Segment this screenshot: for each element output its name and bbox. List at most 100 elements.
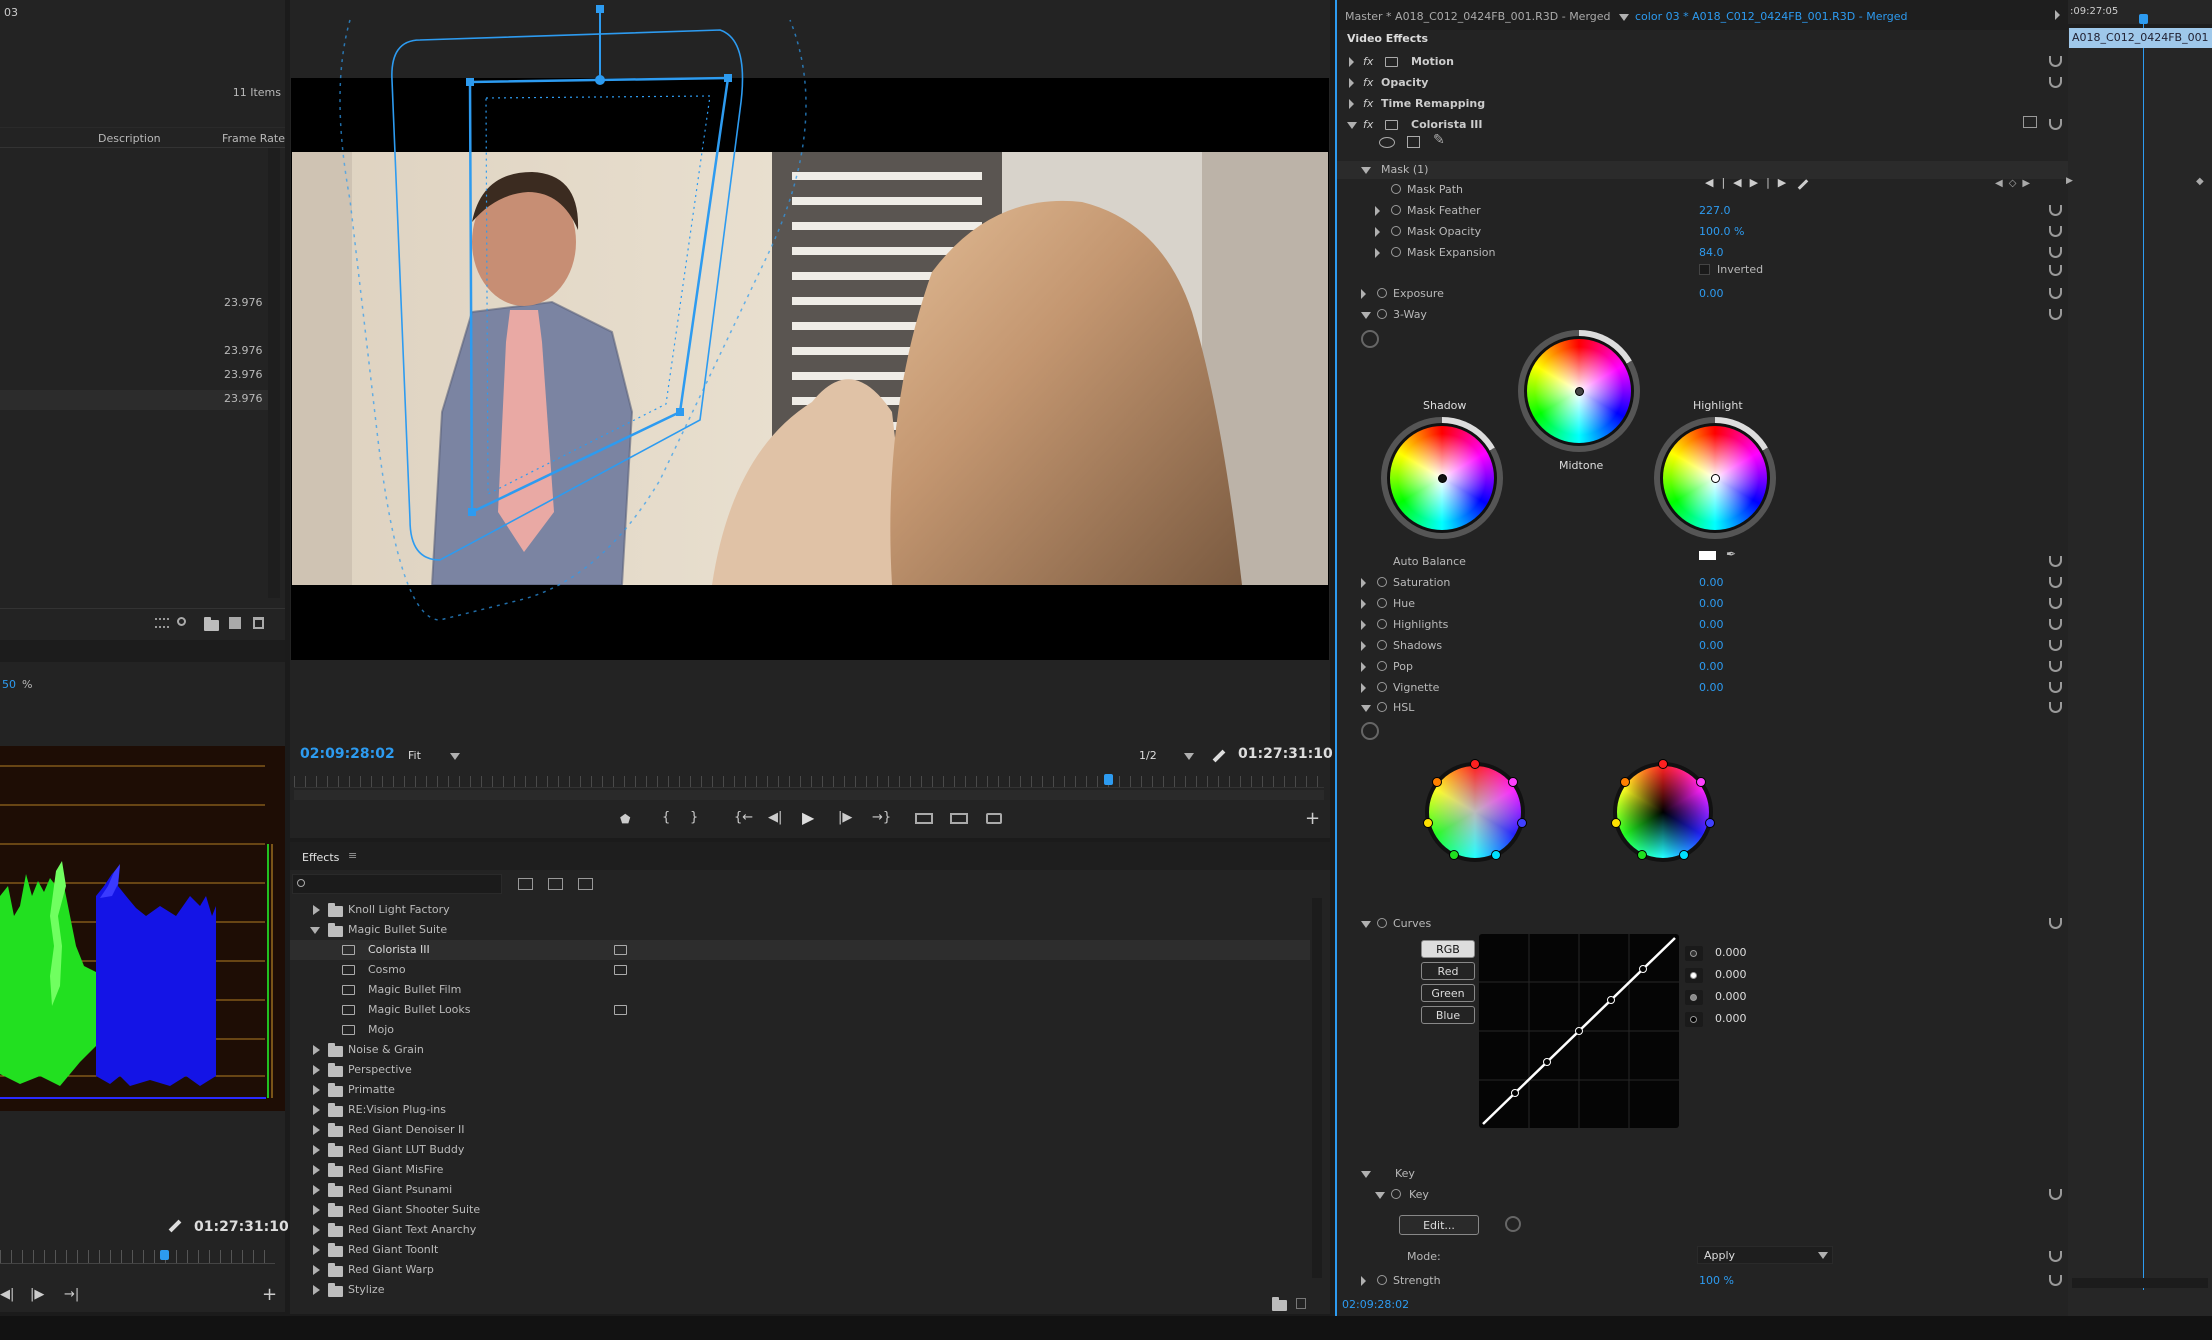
fx-toggle-icon[interactable]: fx [1363, 97, 1373, 110]
hsl-handle[interactable] [1611, 817, 1622, 828]
program-timecode-left[interactable]: 02:09:28:02 [300, 746, 395, 762]
chevron-right-icon[interactable] [1361, 683, 1366, 693]
mask-overlay[interactable] [290, 0, 1330, 660]
chevron-right-icon[interactable] [1349, 99, 1354, 109]
property-value[interactable]: 0.00 [1699, 681, 1724, 694]
step-back-button[interactable]: ◀| [768, 810, 782, 825]
step-back-button[interactable]: ◀| [0, 1287, 14, 1302]
pen-mask-icon[interactable]: ✎ [1433, 132, 1445, 148]
curve-channel-green-button[interactable]: Green [1421, 984, 1475, 1002]
chevron-right-icon[interactable] [1361, 641, 1366, 651]
effects-search-input[interactable] [292, 874, 502, 894]
rectangle-mask-icon[interactable] [1407, 136, 1420, 148]
chevron-right-icon[interactable] [1361, 289, 1366, 299]
show-timeline-icon[interactable] [2055, 10, 2060, 20]
stopwatch-icon[interactable] [1391, 247, 1401, 257]
track-settings-wrench-icon[interactable] [1797, 179, 1809, 190]
resolution-chevron-down-icon[interactable] [1184, 753, 1194, 760]
add-marker-button[interactable]: ⬟ [620, 812, 630, 826]
scope-settings-icon[interactable] [168, 1219, 182, 1233]
reset-all-icon[interactable] [2023, 116, 2037, 128]
keyframe-icon[interactable]: ◆ [2196, 176, 2204, 187]
highlight-wheel[interactable] [1654, 417, 1776, 539]
property-value[interactable]: 0.00 [1699, 618, 1724, 631]
effect-folder[interactable]: Magic Bullet Suite [290, 920, 1310, 940]
hsl-handle[interactable] [1516, 817, 1527, 828]
ec-playhead[interactable] [2139, 14, 2148, 24]
stopwatch-icon[interactable] [1377, 577, 1387, 587]
chevron-right-icon[interactable] [1349, 57, 1354, 67]
effect-folder[interactable]: Red Giant Psunami [290, 1180, 1310, 1200]
panel-menu-icon[interactable]: ≡ [348, 849, 357, 862]
ec-timeline-scrollbar[interactable] [2072, 1278, 2208, 1288]
extract-icon[interactable] [950, 813, 968, 824]
list-view-icon[interactable] [155, 618, 169, 628]
inverted-checkbox[interactable] [1699, 264, 1710, 275]
delete-icon[interactable] [1296, 1298, 1306, 1309]
stopwatch-icon[interactable] [1391, 184, 1401, 194]
effect-folder[interactable]: Primatte [290, 1080, 1310, 1100]
chevron-right-icon[interactable] [313, 905, 320, 915]
fx-toggle-icon[interactable]: fx [1363, 76, 1373, 89]
program-ruler[interactable] [294, 776, 1324, 788]
trash-icon[interactable] [253, 617, 264, 629]
chevron-right-icon[interactable] [313, 1065, 320, 1075]
chevron-right-icon[interactable] [313, 1285, 320, 1295]
play-button-small[interactable]: |▶ [30, 1287, 44, 1302]
chevron-right-icon[interactable] [313, 1145, 320, 1155]
step-forward-button[interactable]: |▶ [838, 810, 852, 825]
go-to-out-button[interactable]: →| [64, 1287, 79, 1302]
effect-item[interactable]: Cosmo [290, 960, 1310, 980]
mode-dropdown[interactable]: Apply [1697, 1246, 1833, 1264]
effect-folder[interactable]: Noise & Grain [290, 1040, 1310, 1060]
chevron-right-icon[interactable] [313, 1185, 320, 1195]
edit-key-button[interactable]: Edit... [1399, 1215, 1479, 1235]
chevron-right-icon[interactable] [1361, 578, 1366, 588]
accelerated-filter-icon[interactable] [518, 878, 533, 890]
effect-folder[interactable]: Red Giant Shooter Suite [290, 1200, 1310, 1220]
chevron-right-icon[interactable] [313, 1225, 320, 1235]
lift-icon[interactable] [915, 813, 933, 824]
effect-folder[interactable]: Red Giant Denoiser II [290, 1120, 1310, 1140]
chevron-right-icon[interactable] [313, 1205, 320, 1215]
effect-folder[interactable]: RE:Vision Plug-ins [290, 1100, 1310, 1120]
new-folder-icon[interactable] [1272, 1297, 1287, 1311]
threeway-reset-icon[interactable] [1361, 330, 1379, 348]
effects-tab[interactable]: Effects [302, 851, 339, 864]
hsl-handle[interactable] [1704, 817, 1715, 828]
chevron-right-icon[interactable] [313, 1165, 320, 1175]
hsl-handle[interactable] [1678, 850, 1689, 861]
chevron-right-icon[interactable] [1361, 620, 1366, 630]
effect-folder[interactable]: Red Giant MisFire [290, 1160, 1310, 1180]
motion-transform-icon[interactable] [1385, 57, 1398, 67]
chevron-right-icon[interactable] [1375, 248, 1380, 258]
property-value[interactable]: 227.0 [1699, 204, 1731, 217]
property-value[interactable]: 0.00 [1699, 660, 1724, 673]
effect-folder[interactable]: Perspective [290, 1060, 1310, 1080]
go-to-in-button[interactable]: {← [734, 810, 753, 825]
effect-folder[interactable]: Red Giant Text Anarchy [290, 1220, 1310, 1240]
program-playhead[interactable] [1104, 774, 1113, 785]
chevron-right-icon[interactable] [313, 1105, 320, 1115]
chevron-right-icon[interactable] [1375, 227, 1380, 237]
col-description[interactable]: Description [98, 132, 161, 145]
effect-folder[interactable]: Red Giant LUT Buddy [290, 1140, 1310, 1160]
midtone-wheel[interactable] [1518, 330, 1640, 452]
effect-item[interactable]: Magic Bullet Looks [290, 1000, 1310, 1020]
chevron-right-icon[interactable] [313, 1245, 320, 1255]
stopwatch-icon[interactable] [1377, 682, 1387, 692]
chevron-right-icon[interactable] [1349, 78, 1354, 88]
effects-scrollbar[interactable] [1312, 898, 1322, 1278]
chevron-down-icon[interactable] [1361, 1171, 1371, 1178]
property-value[interactable]: 84.0 [1699, 246, 1724, 259]
effect-item[interactable]: Magic Bullet Film [290, 980, 1310, 1000]
chevron-down-icon[interactable] [1361, 312, 1371, 319]
chevron-down-icon[interactable] [1361, 167, 1371, 174]
ec-clip-bar[interactable]: A018_C012_0424FB_001 [2069, 28, 2212, 48]
wheel-handle[interactable] [1711, 474, 1720, 483]
camera-icon[interactable] [986, 813, 1002, 824]
32bit-filter-icon[interactable] [548, 878, 563, 890]
master-clip-label[interactable]: Master * A018_C012_0424FB_001.R3D - Merg… [1345, 10, 1611, 23]
stopwatch-icon[interactable] [1391, 1189, 1401, 1199]
stopwatch-icon[interactable] [1377, 640, 1387, 650]
